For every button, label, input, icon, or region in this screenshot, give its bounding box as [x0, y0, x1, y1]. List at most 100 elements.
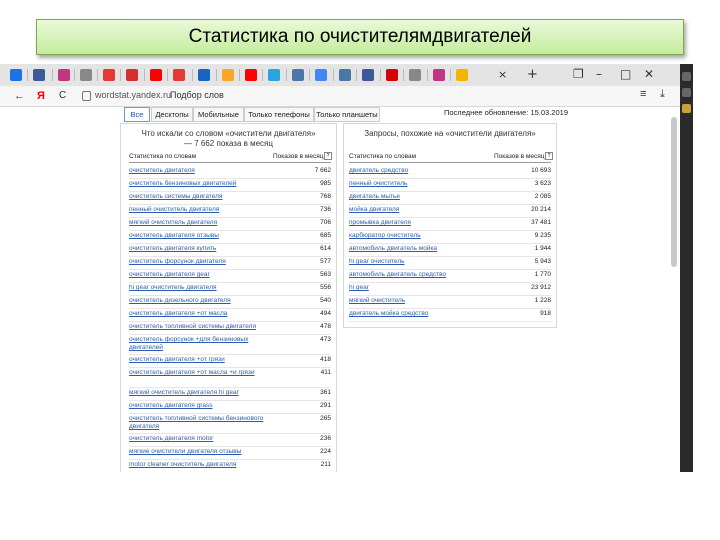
maximize-icon[interactable]: □	[620, 67, 631, 81]
restore-icon[interactable]: ❐	[573, 67, 584, 81]
table-row: мягкий очиститель двигателя hi gear 361	[129, 389, 331, 402]
antivirus-icon[interactable]	[126, 69, 138, 81]
telegram-icon[interactable]	[268, 69, 280, 81]
keyword-link[interactable]: очиститель бензиновых двигателей	[129, 180, 279, 188]
download-icon[interactable]: ⤓	[660, 88, 665, 101]
keyword-link[interactable]: карбюратор очиститель	[349, 232, 421, 240]
keyword-link[interactable]: пенный очиститель двигателя	[129, 206, 279, 214]
keyword-link[interactable]: очиститель дизельного двигателя	[129, 297, 279, 305]
new-tab-button[interactable]: +	[527, 67, 538, 82]
filter-tab[interactable]: Только телефоны	[244, 107, 314, 122]
vk-icon[interactable]	[292, 69, 304, 81]
keyword-link[interactable]: автомобиль двигатель мойка	[349, 245, 437, 253]
keyword-link[interactable]: пенный очиститель	[349, 180, 407, 188]
keyword-link[interactable]: двигатель мойка средство	[349, 310, 428, 318]
filter-tab[interactable]: Все	[124, 107, 150, 122]
close-tab-icon[interactable]: ×	[498, 68, 507, 81]
impressions-count: 918	[540, 310, 551, 317]
yandex-logo-icon[interactable]: Я	[37, 90, 45, 102]
keyword-link[interactable]: очиститель двигателя grass	[129, 402, 279, 410]
keyword-link[interactable]: двигатель средство	[349, 167, 408, 175]
impressions-count: 10 693	[531, 167, 551, 174]
keyword-link[interactable]: hi gear	[349, 284, 369, 292]
keyword-link[interactable]: очиститель двигателя +от грязи	[129, 356, 279, 364]
side-panel	[680, 64, 693, 472]
keyword-link[interactable]: очиститель двигателя gear	[129, 271, 279, 279]
table-row: мягкие очистители двигателя отзывы 224	[129, 448, 331, 461]
filter-tab[interactable]: Мобильные	[193, 107, 244, 122]
url-text[interactable]: wordstat.yandex.ru	[95, 90, 171, 100]
facebook-icon[interactable]	[33, 69, 45, 81]
keyword-link[interactable]: мягкий очиститель двигателя	[129, 219, 279, 227]
impressions-count: 768	[320, 193, 331, 200]
table-row: промывка двигателя 37 481	[349, 219, 551, 232]
scrollbar[interactable]	[671, 117, 677, 267]
keyword-link[interactable]: hi gear очиститель двигателя	[129, 284, 279, 292]
keyword-link[interactable]: мойка двигателя	[349, 206, 399, 214]
yandex-browser-icon[interactable]	[10, 69, 22, 81]
table-row: автомобиль двигатель средство 1 770	[349, 271, 551, 284]
table-row: мойка двигателя 20 214	[349, 206, 551, 219]
pdf-icon[interactable]	[103, 69, 115, 81]
chart-icon[interactable]	[173, 69, 185, 81]
table-row: двигатель мытье 2 085	[349, 193, 551, 206]
keyword-link[interactable]: очиститель двигателя отзывы	[129, 232, 279, 240]
lock-icon	[82, 91, 91, 101]
keep-icon[interactable]	[222, 69, 234, 81]
impressions-count: 540	[320, 297, 331, 304]
keyword-link[interactable]: очиститель двигателя купить	[129, 245, 279, 253]
filter-tab[interactable]: Только планшеты	[314, 107, 380, 122]
google-icon[interactable]	[80, 69, 92, 81]
keyword-link[interactable]: очиститель двигателя +от масла +и грязи	[129, 369, 279, 377]
keyword-link[interactable]: промывка двигателя	[349, 219, 411, 227]
keyword-link[interactable]: motor cleaner очиститель двигателя	[129, 461, 279, 469]
keyword-link[interactable]: мягкие очистители двигателя отзывы	[129, 448, 279, 456]
impressions-count: 265	[320, 415, 331, 422]
table-row: очиститель двигателя motor 236	[129, 435, 331, 448]
impressions-count: 3 623	[534, 180, 551, 187]
table-row: hi gear очиститель двигателя 556	[129, 284, 331, 297]
keyword-link[interactable]: очиститель двигателя +от масла	[129, 310, 279, 318]
keyword-link[interactable]: очиститель топливной системы бензинового…	[129, 415, 279, 431]
keyword-link[interactable]: очиститель двигателя motor	[129, 435, 279, 443]
keyword-link[interactable]: двигатель мытье	[349, 193, 400, 201]
menu-icon[interactable]: ≡	[640, 88, 646, 100]
instagram-icon[interactable]	[58, 69, 70, 81]
yandex-icon[interactable]	[150, 69, 162, 81]
back-icon[interactable]: ←	[14, 90, 25, 102]
impressions-count: 706	[320, 219, 331, 226]
keyword-link[interactable]: очиститель форсунок +для бензиновых двиг…	[129, 336, 279, 352]
impressions-count: 494	[320, 310, 331, 317]
opera-icon[interactable]	[386, 69, 398, 81]
keyword-link[interactable]: автомобиль двигатель средство	[349, 271, 446, 279]
keyword-link[interactable]: мягкий очиститель двигателя hi gear	[129, 389, 279, 397]
close-window-icon[interactable]: ✕	[644, 67, 654, 81]
keyword-link[interactable]: мягкий очиститель	[349, 297, 405, 305]
keyword-link[interactable]: очиститель топливной системы двигателя	[129, 323, 279, 331]
table-row: карбюратор очиститель 9 235	[349, 232, 551, 245]
keyword-link[interactable]: очиститель системы двигателя	[129, 193, 279, 201]
help-icon[interactable]: ?	[324, 152, 332, 160]
tab-bar: × ❐ – □ ✕ +	[0, 64, 693, 87]
keyword-link[interactable]: очиститель двигателя	[129, 167, 279, 175]
filter-tab[interactable]: Десктопы	[151, 107, 193, 122]
page-title-text: Подбор слов	[170, 90, 224, 100]
a-icon[interactable]	[198, 69, 210, 81]
google-icon[interactable]	[409, 69, 421, 81]
address-bar: ← Я C wordstat.yandex.ru Подбор слов ≡ ⤓	[0, 86, 680, 107]
keyword-link[interactable]: очиститель форсунок двигателя	[129, 258, 279, 266]
wordstat-page: Все Десктопы Мобильные Только телефоны Тольк…	[0, 107, 680, 472]
slides-icon[interactable]	[456, 69, 468, 81]
doc-icon[interactable]	[315, 69, 327, 81]
keyword-link[interactable]: hi gear очиститель	[349, 258, 405, 266]
facebook-icon[interactable]	[362, 69, 374, 81]
table-row: очиститель форсунок +для бензиновых двиг…	[129, 336, 331, 356]
help-icon[interactable]: ?	[545, 152, 553, 160]
minimize-icon[interactable]: –	[596, 67, 602, 81]
vk-icon[interactable]	[339, 69, 351, 81]
youtube-icon[interactable]	[245, 69, 257, 81]
table-row: очиститель двигателя отзывы 685	[129, 232, 331, 245]
instagram-icon[interactable]	[433, 69, 445, 81]
last-update-text: Последнее обновление: 15.03.2019	[444, 108, 568, 117]
reload-icon[interactable]: C	[59, 90, 66, 101]
